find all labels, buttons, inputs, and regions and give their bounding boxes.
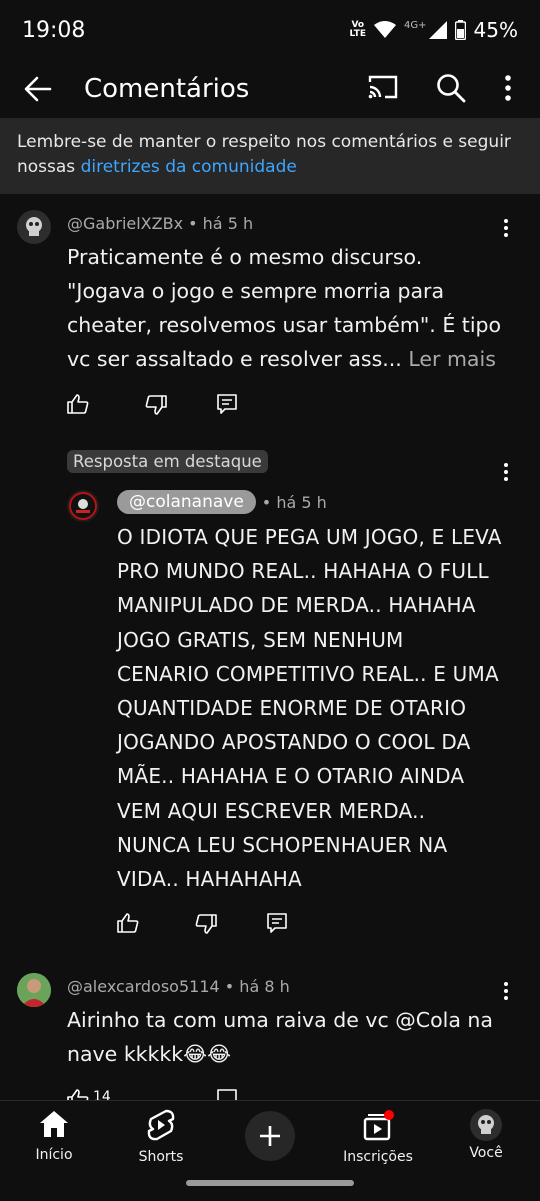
guidelines-link[interactable]: diretrizes da comunidade (81, 157, 297, 177)
cast-icon[interactable] (367, 74, 399, 100)
comment-author[interactable]: @GabrielXZBx (67, 214, 183, 233)
shorts-icon (147, 1109, 175, 1141)
nav-home[interactable]: Início (4, 1109, 104, 1163)
reply-text: O IDIOTA QUE PEGA UM JOGO, E LEVA PRO MU… (117, 525, 502, 892)
comment-time: • há 5 h (188, 214, 254, 233)
status-time: 19:08 (22, 18, 86, 43)
more-vert-icon[interactable] (503, 74, 513, 102)
like-icon[interactable] (117, 913, 139, 933)
dislike-icon[interactable] (145, 395, 167, 415)
reply-icon[interactable] (267, 913, 287, 933)
comment-thread: @GabrielXZBx • há 5 h Praticamente é o m… (0, 200, 540, 430)
battery-percent: 45% (473, 18, 518, 42)
dislike-icon[interactable] (195, 914, 217, 934)
status-bar: 19:08 Vo LTE 4G+ 45% (0, 0, 540, 62)
comment-thread: @alexcardoso5114 • há 8 h Airinho ta com… (0, 965, 540, 1100)
comment-more-icon[interactable] (502, 218, 510, 238)
wifi-icon (374, 21, 397, 38)
nav-subscriptions[interactable]: Inscrições (328, 1109, 428, 1165)
like-icon[interactable] (67, 394, 89, 414)
reply-more-icon[interactable] (502, 462, 510, 482)
like-count: 14 (93, 1089, 111, 1100)
comment-author[interactable]: @alexcardoso5114 (67, 977, 220, 996)
like-icon[interactable] (67, 1089, 89, 1100)
highlighted-reply: Resposta em destaque @colananave • há 5 … (0, 440, 540, 940)
highlighted-reply-badge: Resposta em destaque (67, 450, 268, 473)
comment-text: Airinho ta com uma raiva de vc @Cola na … (67, 1008, 493, 1066)
page-title: Comentários (84, 74, 250, 104)
app-bar: Comentários (0, 62, 540, 118)
community-notice: Lembre-se de manter o respeito nos comen… (0, 118, 540, 194)
search-icon[interactable] (436, 73, 466, 103)
avatar[interactable] (67, 490, 99, 522)
comment-time: • há 8 h (224, 977, 290, 996)
reply-icon[interactable] (217, 394, 237, 414)
plus-icon (260, 1126, 280, 1146)
nav-shorts[interactable]: Shorts (111, 1109, 211, 1165)
avatar (470, 1109, 502, 1141)
avatar[interactable] (17, 210, 51, 244)
signal-icon (428, 21, 447, 39)
subscriptions-icon (363, 1110, 394, 1141)
battery-icon (454, 20, 466, 40)
back-arrow-icon[interactable] (24, 76, 52, 102)
comment-more-icon[interactable] (502, 981, 510, 1001)
volte-icon: Vo LTE (349, 20, 367, 39)
home-icon (40, 1111, 68, 1137)
nav-you[interactable]: Você (436, 1109, 536, 1161)
comment-text: Praticamente é o mesmo discurso. "Jogava… (67, 245, 502, 371)
create-button[interactable] (245, 1111, 295, 1161)
avatar[interactable] (17, 973, 51, 1007)
reply-author[interactable]: @colananave (117, 490, 256, 514)
gesture-bar[interactable] (186, 1180, 354, 1186)
network-type: 4G+ (404, 19, 427, 31)
status-icons: Vo LTE 4G+ 45% (350, 18, 519, 42)
read-more-link[interactable]: Ler mais (408, 347, 496, 371)
reply-time: • há 5 h (261, 492, 327, 512)
reply-icon[interactable] (217, 1089, 237, 1100)
notification-dot (384, 1110, 394, 1120)
